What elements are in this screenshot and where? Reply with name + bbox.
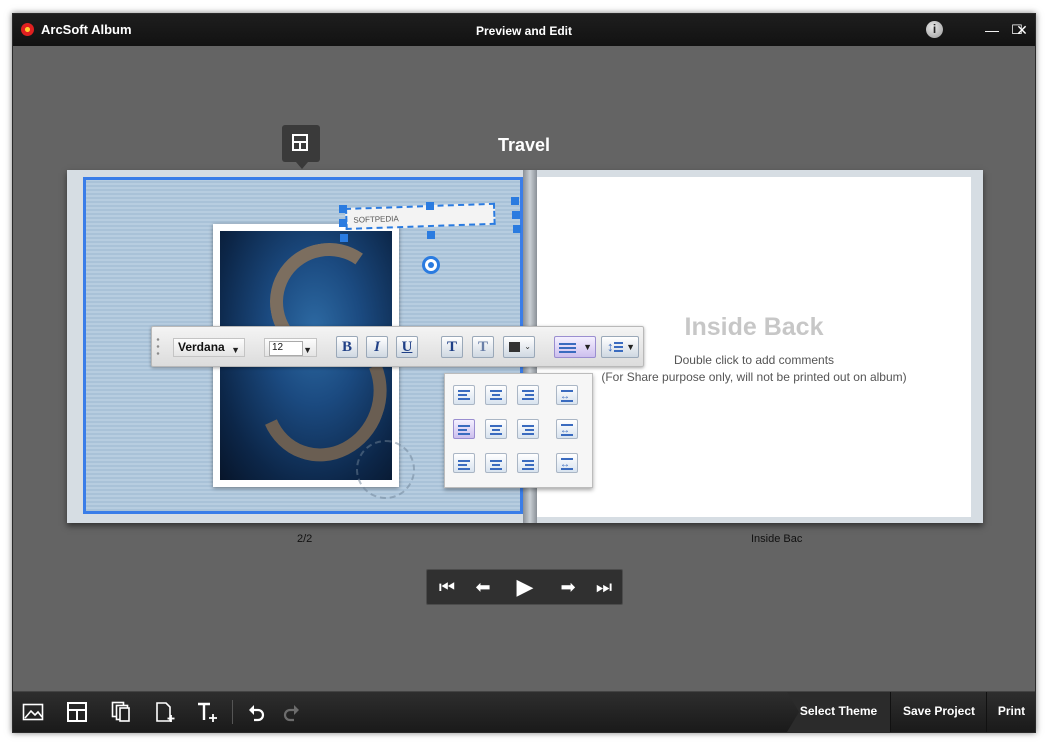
right-page-label: Inside Bac (751, 533, 803, 545)
text-shadow-button[interactable]: T (441, 336, 463, 358)
page-textbox[interactable]: SOFTPEDIA (345, 202, 496, 230)
decorative-stamp-icon (356, 440, 415, 499)
text-color-button[interactable]: ⌄ (503, 336, 535, 358)
toolbar-grip-icon[interactable] (156, 336, 160, 358)
resize-handle[interactable] (340, 234, 348, 242)
info-button[interactable]: i (926, 21, 943, 38)
add-text-icon[interactable] (196, 701, 218, 723)
text-format-toolbar: Verdana ▼ 12 ▼ B I U T T ⌄ ▼ ↕ ▼ (151, 326, 644, 367)
align-bottom-left-button[interactable] (453, 453, 475, 473)
page-navigation: ⏮ ⬅ ▶ ➡ ⏭ (426, 569, 623, 605)
chevron-down-icon: ▼ (231, 345, 240, 355)
chevron-down-icon: ▼ (583, 342, 592, 352)
align-left-icon (559, 343, 576, 353)
layout-icon[interactable] (66, 701, 88, 723)
font-family-value: Verdana (178, 340, 225, 354)
underline-button[interactable]: U (396, 336, 418, 358)
textbox-text: SOFTPEDIA (353, 214, 399, 225)
font-family-select[interactable]: Verdana ▼ (173, 338, 245, 357)
previous-page-button[interactable]: ⬅ (465, 570, 501, 604)
next-page-button[interactable]: ➡ (550, 570, 586, 604)
save-project-button[interactable]: Save Project (890, 692, 987, 732)
align-bottom-justify-button[interactable]: ↔ (556, 453, 578, 473)
last-page-button[interactable]: ⏭ (586, 570, 622, 604)
rotate-handle-icon[interactable] (422, 256, 440, 274)
align-middle-right-button[interactable] (517, 419, 539, 439)
align-middle-left-button[interactable] (453, 419, 475, 439)
pages-icon[interactable] (110, 701, 132, 723)
align-middle-justify-button[interactable]: ↔ (556, 419, 578, 439)
minimize-button[interactable]: — (981, 20, 1003, 40)
select-theme-button[interactable]: Select Theme (787, 692, 890, 732)
window-title: Preview and Edit (475, 24, 573, 38)
text-align-button[interactable]: ▼ (554, 336, 596, 358)
align-bottom-center-button[interactable] (485, 453, 507, 473)
resize-handle[interactable] (512, 211, 520, 219)
resize-handle[interactable] (511, 197, 519, 205)
align-top-left-button[interactable] (453, 385, 475, 405)
play-slideshow-button[interactable]: ▶ (507, 570, 543, 604)
resize-handle[interactable] (513, 225, 521, 233)
app-window: ArcSoft Album Preview and Edit i — ☐ ✕ T… (12, 13, 1036, 733)
resize-handle[interactable] (427, 231, 435, 239)
title-bar: ArcSoft Album Preview and Edit i — ☐ ✕ (13, 14, 1035, 46)
redo-icon (283, 705, 299, 722)
line-spacing-button[interactable]: ↕ ▼ (601, 336, 639, 358)
resize-handle[interactable] (426, 202, 434, 210)
align-top-right-button[interactable] (517, 385, 539, 405)
align-top-justify-button[interactable]: ↔ (556, 385, 578, 405)
print-button[interactable]: Print (986, 692, 1035, 732)
resize-handle[interactable] (339, 219, 347, 227)
resize-handle[interactable] (339, 205, 347, 213)
align-middle-center-button[interactable] (485, 419, 507, 439)
undo-icon[interactable] (245, 701, 267, 723)
first-page-button[interactable]: ⏮ (429, 570, 465, 604)
share-note: (For Share purpose only, will not be pri… (601, 370, 907, 384)
toolbar-separator (232, 700, 233, 724)
album-title: Travel (497, 135, 551, 155)
close-button[interactable]: ✕ (1010, 20, 1034, 40)
font-size-select[interactable]: 12 ▼ (264, 338, 317, 357)
text-outline-button[interactable]: T (472, 336, 494, 358)
add-photo-icon[interactable] (22, 701, 44, 723)
add-page-icon[interactable] (154, 701, 176, 723)
line-spacing-icon: ↕ (607, 339, 614, 354)
align-top-center-button[interactable] (485, 385, 507, 405)
font-size-value: 12 (269, 341, 303, 356)
bottom-toolbar: Select Theme Save Project Print (13, 691, 1035, 732)
left-page-label: 2/2 (297, 533, 313, 545)
alignment-panel: ↔ ↔ ↔ (444, 373, 593, 488)
line-spacing-lines-icon (614, 342, 623, 352)
italic-button[interactable]: I (366, 336, 388, 358)
chevron-down-icon: ▼ (303, 345, 312, 355)
bold-button[interactable]: B (336, 336, 358, 358)
color-swatch-icon (509, 342, 520, 352)
chevron-down-icon: ⌄ (524, 342, 531, 351)
align-bottom-right-button[interactable] (517, 453, 539, 473)
chevron-down-icon: ▼ (626, 342, 635, 352)
